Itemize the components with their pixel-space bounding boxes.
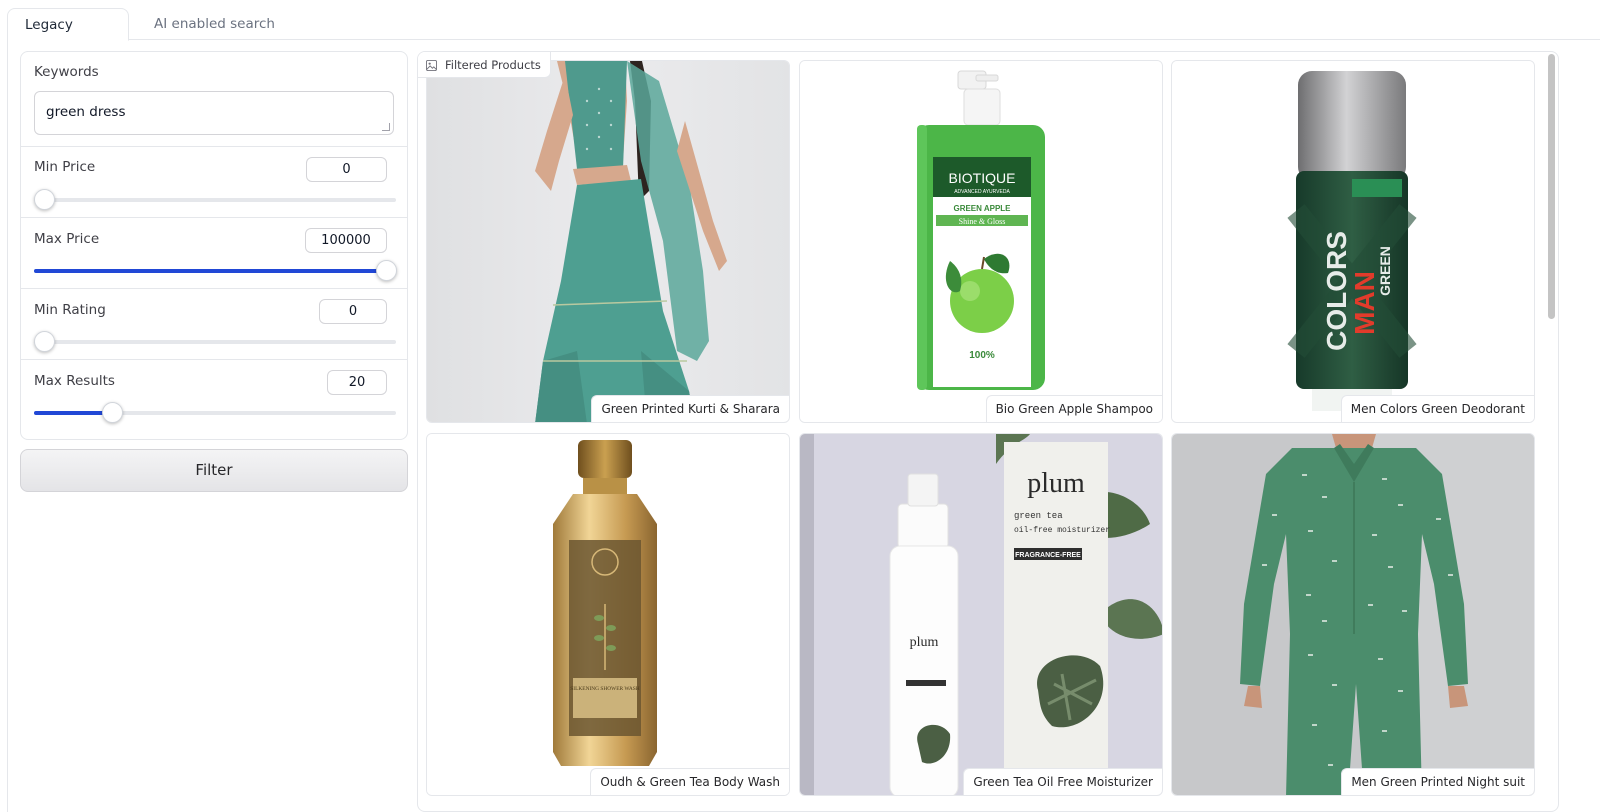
max-price-number-input[interactable]: 100000 <box>305 228 387 253</box>
product-image-night-suit <box>1172 434 1534 795</box>
plum-bottle-brand: plum <box>910 635 939 650</box>
biotique-brand-sub: ADVANCED AYURVEDA <box>954 189 1010 195</box>
product-gallery: Filtered Products Green Printed Kurti & … <box>417 51 1559 812</box>
gallery-scrollbar[interactable] <box>1545 51 1559 812</box>
max-price-label: Max Price <box>34 231 100 247</box>
filter-panel: Keywords green dress Min Price 0 Max Pri… <box>20 51 408 440</box>
gallery-label: Filtered Products <box>418 52 551 78</box>
min-rating-slider-thumb[interactable] <box>34 331 55 352</box>
product-caption: Men Colors Green Deodorant <box>1340 395 1534 422</box>
biotique-claim: 100% <box>969 350 995 361</box>
product-image-shampoo: BIOTIQUE ADVANCED AYURVEDA GREEN APPLE S… <box>800 61 1162 422</box>
product-caption: Men Green Printed Night suit <box>1341 768 1534 795</box>
min-rating-block: Min Rating 0 <box>21 289 407 360</box>
gallery-scrollbar-thumb[interactable] <box>1548 54 1555 319</box>
plum-product-type: oil-free moisturizer <box>1014 526 1110 535</box>
product-caption: Oudh & Green Tea Body Wash <box>590 768 789 795</box>
biotique-variant-sub: Shine & Gloss <box>959 217 1006 226</box>
product-card[interactable]: BIOTIQUE ADVANCED AYURVEDA GREEN APPLE S… <box>799 60 1163 423</box>
min-price-number-input[interactable]: 0 <box>306 157 387 182</box>
product-caption: Green Tea Oil Free Moisturizer <box>963 768 1162 795</box>
body-wash-product-type: SILKENING SHOWER WASH <box>570 686 639 692</box>
product-caption: Green Printed Kurti & Sharara <box>591 395 789 422</box>
colors-variant: GREEN <box>1377 246 1393 296</box>
min-price-slider[interactable] <box>34 189 396 210</box>
gallery-label-text: Filtered Products <box>445 58 541 72</box>
min-rating-number-input[interactable]: 0 <box>319 299 387 324</box>
colors-brand-accent: MAN <box>1349 271 1380 335</box>
product-card[interactable]: Men Green Printed Night suit <box>1171 433 1535 796</box>
plum-brand: plum <box>1027 468 1085 499</box>
biotique-brand: BIOTIQUE <box>949 170 1016 186</box>
tab-bar: Legacy Search AI enabled search <box>7 8 1600 65</box>
keywords-block: Keywords green dress <box>21 52 407 147</box>
plum-badge: FRAGRANCE-FREE <box>1015 552 1081 559</box>
product-card[interactable]: SILKENING SHOWER WASH Oudh & Green Tea B… <box>426 433 790 796</box>
max-results-slider-thumb[interactable] <box>102 402 123 423</box>
max-price-slider[interactable] <box>34 260 397 281</box>
product-image-deodorant: COLORS MAN GREEN <box>1172 61 1534 422</box>
colors-brand: COLORS <box>1321 231 1352 351</box>
product-image-body-wash: SILKENING SHOWER WASH <box>427 434 789 795</box>
max-results-slider-fill <box>34 411 112 415</box>
page-frame-divider <box>7 40 8 812</box>
tab-legacy-search[interactable]: Legacy Search <box>7 8 129 65</box>
filter-button[interactable]: Filter <box>20 449 408 492</box>
max-results-label: Max Results <box>34 373 115 389</box>
max-results-number-input[interactable]: 20 <box>327 370 387 395</box>
tab-ai-enabled-search[interactable]: AI enabled search <box>137 8 292 41</box>
keywords-input[interactable]: green dress <box>34 91 394 135</box>
image-icon <box>426 60 437 71</box>
min-rating-label: Min Rating <box>34 302 106 318</box>
product-card[interactable]: plum green tea oil-free moisturizer FRAG… <box>799 433 1163 796</box>
product-card[interactable]: COLORS MAN GREEN Men Colors Green Deodor… <box>1171 60 1535 423</box>
min-price-label: Min Price <box>34 159 96 175</box>
product-image-kurti <box>427 61 789 422</box>
max-price-block: Max Price 100000 <box>21 218 407 289</box>
product-image-moisturizer: plum green tea oil-free moisturizer FRAG… <box>800 434 1162 795</box>
max-price-slider-fill <box>34 269 386 273</box>
min-rating-slider[interactable] <box>34 331 396 352</box>
max-price-slider-thumb[interactable] <box>376 260 397 281</box>
max-results-block: Max Results 20 <box>21 360 407 439</box>
keywords-label: Keywords <box>34 64 99 80</box>
min-price-slider-thumb[interactable] <box>34 189 55 210</box>
min-price-block: Min Price 0 <box>21 147 407 218</box>
product-caption: Bio Green Apple Shampoo <box>985 395 1162 422</box>
plum-variant: green tea <box>1014 511 1063 521</box>
biotique-variant: GREEN APPLE <box>953 204 1011 213</box>
product-card[interactable]: Green Printed Kurti & Sharara <box>426 60 790 423</box>
max-results-slider[interactable] <box>34 402 396 423</box>
